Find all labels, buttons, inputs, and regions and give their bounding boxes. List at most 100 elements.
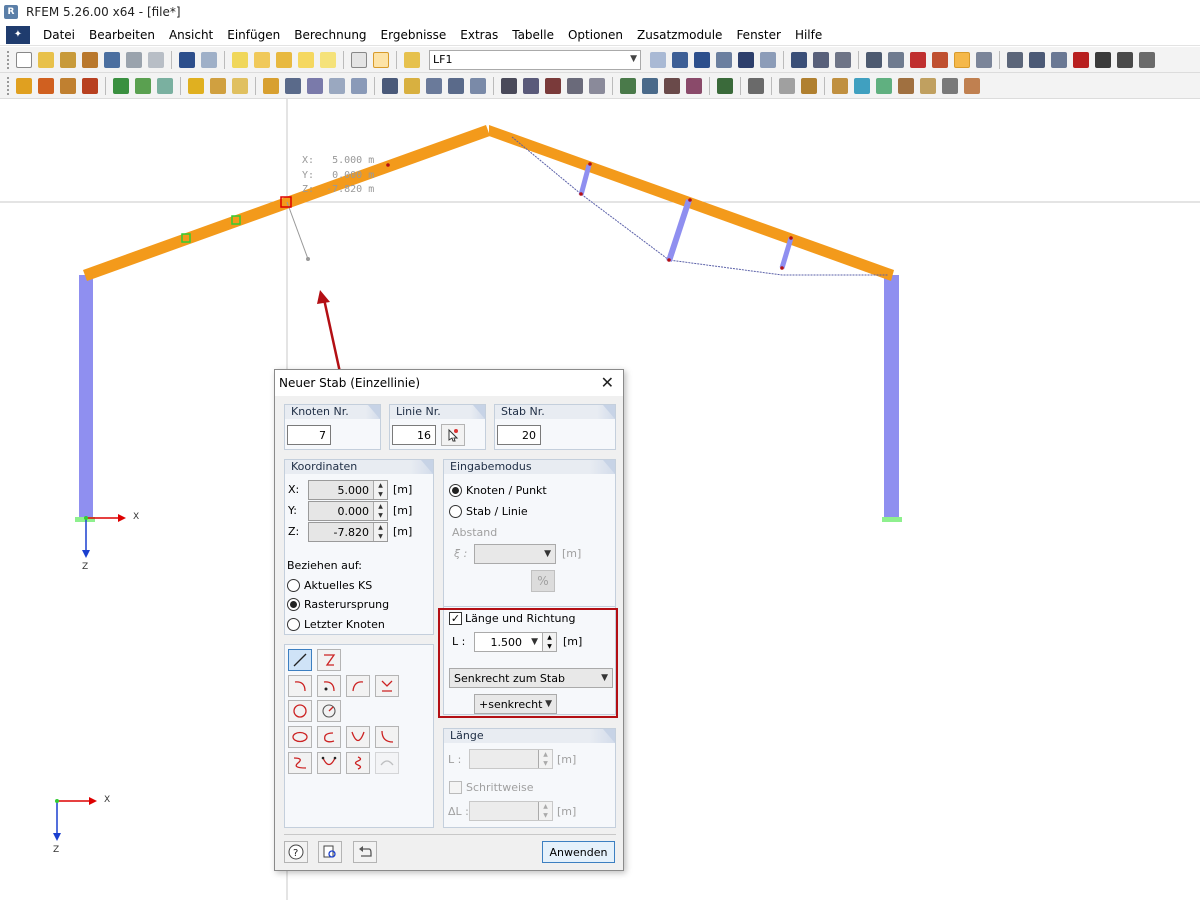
show-results-icon[interactable] bbox=[738, 51, 754, 68]
loadcase-select[interactable]: LF1 ▼ bbox=[429, 49, 641, 70]
delete-icon[interactable] bbox=[1073, 51, 1089, 68]
arc-fillet-icon[interactable] bbox=[375, 675, 399, 697]
apply-button[interactable]: Anwenden bbox=[542, 841, 615, 863]
zoom-icon[interactable] bbox=[523, 77, 539, 94]
view-z-icon[interactable] bbox=[664, 77, 680, 94]
divide-icon[interactable] bbox=[426, 77, 442, 94]
menu-optionen[interactable]: Optionen bbox=[561, 24, 630, 46]
dimension-icon[interactable] bbox=[1029, 51, 1045, 68]
menu-ergebnisse[interactable]: Ergebnisse bbox=[374, 24, 454, 46]
box-icon[interactable] bbox=[567, 77, 583, 94]
section-icon[interactable] bbox=[813, 51, 829, 68]
hinge-icon[interactable] bbox=[135, 77, 151, 94]
snap-object-icon[interactable] bbox=[932, 51, 948, 68]
elliptic-arc-icon[interactable] bbox=[317, 726, 341, 748]
table-icon[interactable] bbox=[351, 51, 367, 68]
snap-active-icon[interactable] bbox=[954, 51, 970, 68]
table-active-icon[interactable] bbox=[373, 51, 389, 68]
pick-line-icon[interactable] bbox=[441, 424, 465, 446]
menu-extras[interactable]: Extras bbox=[453, 24, 505, 46]
values-off-icon[interactable] bbox=[760, 51, 776, 68]
slash-icon[interactable] bbox=[920, 77, 936, 94]
menu-zusatzmodule[interactable]: Zusatzmodule bbox=[630, 24, 729, 46]
spline-icon[interactable] bbox=[288, 752, 312, 774]
next-icon[interactable] bbox=[672, 51, 688, 68]
right-column[interactable] bbox=[884, 275, 899, 519]
generate-icon[interactable] bbox=[448, 77, 464, 94]
member-type-icon[interactable] bbox=[832, 77, 848, 94]
solid-icon[interactable] bbox=[263, 77, 279, 94]
help-icon[interactable]: ? bbox=[284, 841, 308, 863]
results-icon[interactable] bbox=[694, 51, 710, 68]
dimension-line-icon[interactable] bbox=[964, 77, 980, 94]
display-icon[interactable] bbox=[717, 77, 733, 94]
insert-node-icon[interactable] bbox=[16, 77, 32, 94]
arrange-icon[interactable] bbox=[470, 77, 486, 94]
circle-icon[interactable] bbox=[288, 700, 312, 722]
circle-radius-icon[interactable] bbox=[317, 700, 341, 722]
truss-strut-2[interactable] bbox=[666, 199, 692, 262]
menu-berechnung[interactable]: Berechnung bbox=[287, 24, 373, 46]
radio-last-node-label[interactable]: Letzter Knoten bbox=[304, 618, 385, 631]
node-point[interactable] bbox=[386, 163, 390, 167]
radio-current-cs[interactable] bbox=[287, 579, 300, 592]
ellipse-icon[interactable] bbox=[288, 726, 312, 748]
deformation-icon[interactable] bbox=[791, 51, 807, 68]
z-coordinate-input[interactable]: -7.820 ▲ ▼ bbox=[308, 522, 388, 542]
line-type-icon[interactable] bbox=[898, 77, 914, 94]
parabola-icon[interactable] bbox=[346, 726, 370, 748]
print-icon[interactable] bbox=[126, 51, 142, 68]
y-coordinate-input[interactable]: 0.000 ▲ ▼ bbox=[308, 501, 388, 521]
view-y-icon[interactable] bbox=[642, 77, 658, 94]
arc-center-icon[interactable] bbox=[317, 675, 341, 697]
cad-icon[interactable] bbox=[779, 77, 795, 94]
print-preview-icon[interactable] bbox=[148, 51, 164, 68]
dialog-title-bar[interactable]: Neuer Stab (Einzellinie) ✕ bbox=[275, 370, 623, 396]
search-icon[interactable] bbox=[254, 51, 270, 68]
surface-load-icon[interactable] bbox=[232, 77, 248, 94]
toolbar-grip[interactable] bbox=[7, 50, 10, 69]
copy-icon[interactable] bbox=[320, 51, 336, 68]
mirror-icon[interactable] bbox=[1051, 51, 1067, 68]
info-search-icon[interactable] bbox=[318, 841, 342, 863]
opening-icon[interactable] bbox=[285, 77, 301, 94]
check-icon[interactable] bbox=[501, 77, 517, 94]
spinner-icon[interactable]: ▲ ▼ bbox=[373, 523, 387, 541]
node-icon[interactable] bbox=[1007, 51, 1023, 68]
surface-results-icon[interactable] bbox=[835, 51, 851, 68]
x-coordinate-input[interactable]: 5.000 ▲ ▼ bbox=[308, 480, 388, 500]
menu-fenster[interactable]: Fenster bbox=[729, 24, 788, 46]
stamp-icon[interactable] bbox=[801, 77, 817, 94]
radio-grid-origin-label[interactable]: Rasterursprung bbox=[304, 598, 389, 611]
nurbs-icon[interactable] bbox=[317, 752, 341, 774]
radio-node-point-label[interactable]: Knoten / Punkt bbox=[466, 484, 547, 497]
member-number-input[interactable]: 20 bbox=[497, 425, 541, 445]
spinner-icon[interactable]: ▲ ▼ bbox=[373, 502, 387, 520]
radio-grid-origin[interactable] bbox=[287, 598, 300, 611]
move-icon[interactable] bbox=[382, 77, 398, 94]
rfem-logo-icon[interactable]: ✦ bbox=[6, 25, 30, 44]
insert-set-icon[interactable] bbox=[82, 77, 98, 94]
left-column[interactable] bbox=[79, 275, 93, 519]
connect-icon[interactable] bbox=[404, 77, 420, 94]
view-icon[interactable] bbox=[1117, 51, 1133, 68]
single-line-icon[interactable] bbox=[288, 649, 312, 671]
node-point[interactable] bbox=[579, 192, 583, 196]
menu-bearbeiten[interactable]: Bearbeiten bbox=[82, 24, 162, 46]
support-icon[interactable] bbox=[113, 77, 129, 94]
menu-ansicht[interactable]: Ansicht bbox=[162, 24, 220, 46]
render-icon[interactable] bbox=[866, 51, 882, 68]
close-view-icon[interactable] bbox=[1139, 51, 1155, 68]
redo-icon[interactable] bbox=[201, 51, 217, 68]
reset-icon[interactable] bbox=[353, 841, 377, 863]
connection-icon[interactable] bbox=[307, 77, 323, 94]
right-support[interactable] bbox=[882, 517, 902, 522]
iso-view-icon[interactable] bbox=[589, 77, 605, 94]
guideline-icon[interactable] bbox=[976, 51, 992, 68]
previous-icon[interactable] bbox=[650, 51, 666, 68]
save-icon[interactable] bbox=[104, 51, 120, 68]
grid-dots-icon[interactable] bbox=[942, 77, 958, 94]
insert-line-icon[interactable] bbox=[38, 77, 54, 94]
node-point[interactable] bbox=[789, 236, 793, 240]
layer-icon[interactable] bbox=[351, 77, 367, 94]
